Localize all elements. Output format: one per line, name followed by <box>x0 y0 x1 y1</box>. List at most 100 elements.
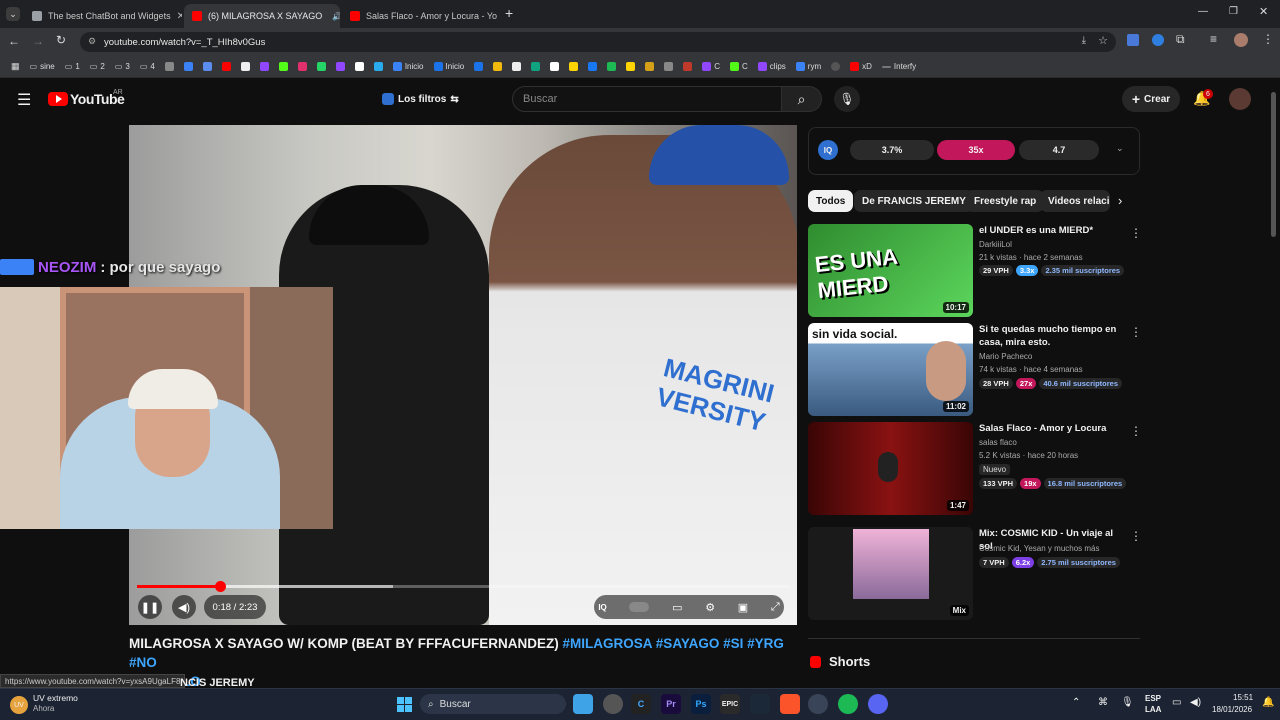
page-scrollbar[interactable] <box>1271 92 1276 237</box>
video-thumbnail[interactable]: sin vida social. 11:02 <box>808 323 973 416</box>
notification-center-icon[interactable]: 🔔 <box>1262 697 1274 708</box>
bookmark-icon[interactable] <box>162 62 177 71</box>
rec-title[interactable]: Si te quedas mucho tiempo en casa, mira … <box>979 323 1119 349</box>
more-options-icon[interactable]: ⋮ <box>1130 424 1142 438</box>
profile-avatar[interactable] <box>1234 33 1248 47</box>
chip-channel[interactable]: De FRANCIS JEREMY <box>854 190 974 212</box>
more-options-icon[interactable]: ⋮ <box>1130 325 1142 339</box>
pause-button[interactable]: ❚❚ <box>138 595 162 619</box>
rec-channel[interactable]: Cosmic Kid, Yesan y muchos más <box>979 544 1100 553</box>
more-menu-icon[interactable]: ⋮ <box>1262 32 1274 46</box>
volume-tray-icon[interactable]: ◀) <box>1190 697 1201 708</box>
bookmark-icon[interactable] <box>352 62 367 71</box>
microphone-tray-icon[interactable]: 🎙 <box>1121 697 1134 708</box>
bookmark-link[interactable]: rym <box>793 62 824 71</box>
bookmark-icon[interactable] <box>528 62 543 71</box>
chrome-icon[interactable] <box>808 694 828 714</box>
language-code[interactable]: ESP <box>1145 694 1161 703</box>
url-text[interactable]: youtube.com/watch?v=_T_HIh8v0Gus <box>104 37 265 48</box>
chevron-right-icon[interactable]: › <box>1118 193 1122 208</box>
bookmark-link[interactable]: xD <box>847 62 875 71</box>
bookmark-icon[interactable] <box>604 62 619 71</box>
video-thumbnail[interactable]: Mix <box>808 527 973 620</box>
install-icon[interactable]: ⤓ <box>1082 35 1086 46</box>
bookmark-icon[interactable] <box>828 62 843 71</box>
filters-button[interactable]: Los filtros ⇆ <box>376 89 465 109</box>
bookmark-folder[interactable]: ▭ sine <box>27 62 58 71</box>
tab-milagrosa[interactable]: (6) MILAGROSA X SAYAGO 🔊 ✕ <box>184 4 340 28</box>
vidiq-badge[interactable]: IQ <box>818 140 838 160</box>
obs-icon[interactable] <box>603 694 623 714</box>
address-bar[interactable]: ⚙ youtube.com/watch?v=_T_HIh8v0Gus ⤓ ☆ <box>80 32 1116 52</box>
progress-scrubber[interactable] <box>214 581 226 592</box>
settings-gear-icon[interactable]: ⚙ <box>705 601 715 614</box>
search-input[interactable]: Buscar <box>512 86 782 112</box>
bookmark-link[interactable]: Interfy <box>879 62 919 71</box>
rec-channel[interactable]: DarkiiiLol <box>979 240 1012 249</box>
translate-extension-icon[interactable] <box>1127 34 1139 46</box>
bookmark-icon[interactable] <box>471 62 486 71</box>
rec-title[interactable]: Salas Flaco - Amor y Locura <box>979 422 1119 435</box>
recommendation-item[interactable]: sin vida social. 11:02 Si te quedas much… <box>808 323 1148 418</box>
bookmark-icon[interactable] <box>219 62 234 71</box>
back-icon[interactable]: ← <box>8 34 20 48</box>
bookmark-folder[interactable]: ▭ 1 <box>62 62 83 71</box>
subtitles-icon[interactable]: ▭ <box>672 601 682 614</box>
rec-channel[interactable]: salas flaco <box>979 438 1017 447</box>
more-options-icon[interactable]: ⋮ <box>1130 226 1142 240</box>
bookmark-link[interactable]: Inicio <box>390 62 427 71</box>
shield-extension-icon[interactable] <box>1152 34 1164 46</box>
video-thumbnail[interactable]: 1:47 <box>808 422 973 515</box>
brave-icon[interactable] <box>780 694 800 714</box>
bookmark-icon[interactable] <box>547 62 562 71</box>
close-window-button[interactable]: ✕ <box>1259 5 1268 18</box>
bookmark-icon[interactable] <box>295 62 310 71</box>
rec-channel[interactable]: Mario Pacheco <box>979 352 1032 361</box>
bookmark-icon[interactable] <box>181 62 196 71</box>
miniplayer-icon[interactable]: ▣ <box>738 601 748 614</box>
account-avatar[interactable] <box>1229 88 1251 110</box>
more-options-icon[interactable]: ⋮ <box>1130 529 1142 543</box>
puzzle-icon[interactable]: ⧉ <box>1176 32 1185 47</box>
bookmark-link[interactable]: Inicio <box>431 62 468 71</box>
iq-icon[interactable]: IQ <box>598 603 606 612</box>
epic-games-icon[interactable]: EPIC <box>720 694 740 714</box>
bookmark-folder[interactable]: ▭ 2 <box>87 62 108 71</box>
bookmark-icon[interactable] <box>238 62 253 71</box>
maximize-button[interactable]: ❐ <box>1229 6 1238 17</box>
rec-title[interactable]: el UNDER es una MIERD* <box>979 224 1119 237</box>
search-button[interactable]: ⌕ <box>782 86 822 112</box>
bookmark-icon[interactable] <box>333 62 348 71</box>
gamepad-icon[interactable]: ⌘ <box>1098 697 1108 708</box>
bookmark-link[interactable]: clips <box>755 62 789 71</box>
autoplay-toggle[interactable] <box>629 602 650 612</box>
bookmark-icon[interactable] <box>371 62 386 71</box>
photoshop-icon[interactable]: Ps <box>691 694 711 714</box>
bookmark-star-icon[interactable]: ☆ <box>1098 34 1108 47</box>
premiere-icon[interactable]: Pr <box>661 694 681 714</box>
windows-start-icon[interactable] <box>394 694 414 714</box>
bookmark-icon[interactable] <box>200 62 215 71</box>
tab-search-icon[interactable]: ⌄ <box>6 7 20 21</box>
chevron-down-icon[interactable]: ⌄ <box>1116 143 1124 154</box>
bookmark-icon[interactable] <box>661 62 676 71</box>
bookmark-icon[interactable] <box>680 62 695 71</box>
forward-icon[interactable]: → <box>32 34 44 48</box>
close-icon[interactable]: ✕ <box>177 11 182 22</box>
file-explorer-icon[interactable] <box>573 694 593 714</box>
bookmark-icon[interactable] <box>509 62 524 71</box>
reload-icon[interactable]: ↻ <box>56 33 66 47</box>
create-button[interactable]: + Crear <box>1122 86 1180 112</box>
new-tab-button[interactable]: + <box>505 5 513 21</box>
clock-time[interactable]: 15:51 <box>1233 693 1253 702</box>
bookmark-icon[interactable] <box>490 62 505 71</box>
bookmark-link[interactable]: C <box>699 62 723 71</box>
fullscreen-icon[interactable]: ⤢ <box>771 601 780 614</box>
site-info-icon[interactable]: ⚙ <box>88 36 96 47</box>
spotify-icon[interactable] <box>838 694 858 714</box>
bookmark-icon[interactable] <box>623 62 638 71</box>
apps-icon[interactable]: ▦ <box>8 61 23 72</box>
steam-icon[interactable] <box>750 694 770 714</box>
bookmark-link[interactable]: C <box>727 62 751 71</box>
bookmark-icon[interactable] <box>566 62 581 71</box>
